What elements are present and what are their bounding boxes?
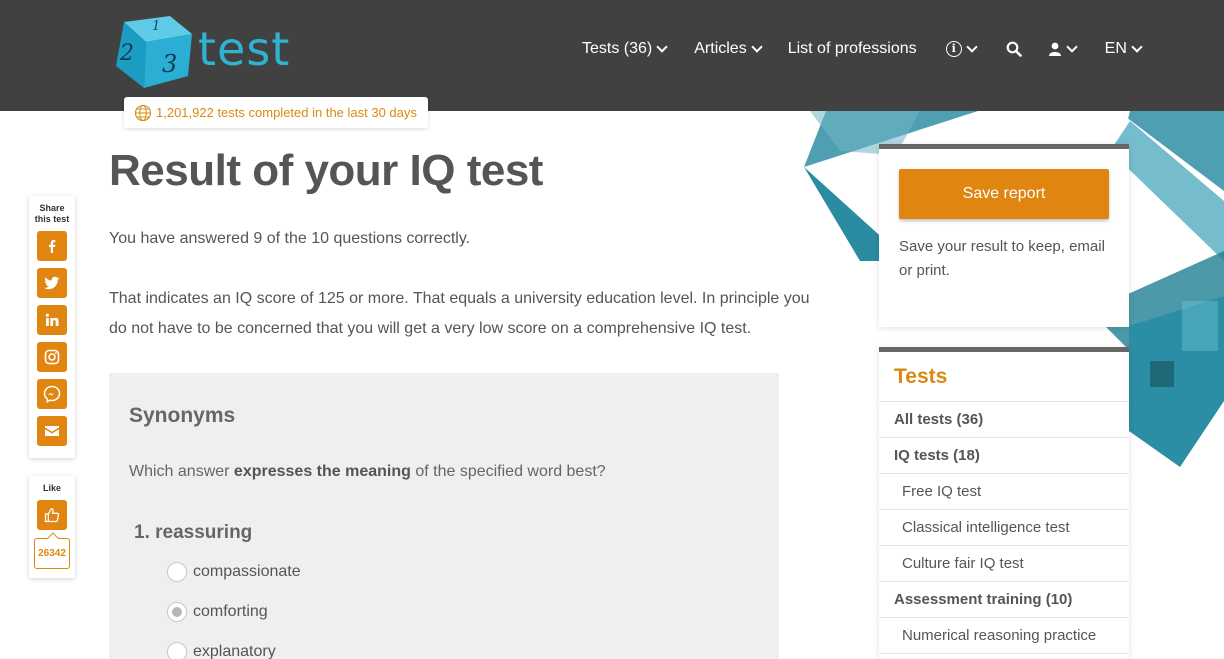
logo-text: test bbox=[198, 22, 291, 76]
share-label-line2: this test bbox=[34, 214, 70, 224]
svg-text:1: 1 bbox=[152, 19, 160, 34]
instagram-icon bbox=[44, 349, 60, 365]
svg-text:3: 3 bbox=[162, 50, 177, 78]
share-label-line1: Share bbox=[39, 203, 65, 213]
sidebar-item-assessment-training[interactable]: Assessment training (10) bbox=[879, 582, 1129, 618]
share-panel: Share this test bbox=[29, 196, 75, 458]
sidebar-item-iq-tests[interactable]: IQ tests (18) bbox=[879, 438, 1129, 474]
iq-score-summary: That indicates an IQ score of 125 or mor… bbox=[109, 290, 810, 337]
nav-info[interactable]: i bbox=[945, 40, 978, 57]
question-section-title: Synonyms bbox=[129, 404, 236, 427]
share-linkedin-button[interactable] bbox=[37, 305, 67, 335]
nav-professions-label: List of professions bbox=[787, 40, 917, 57]
share-label: Share this test bbox=[29, 203, 75, 225]
share-facebook-button[interactable] bbox=[37, 231, 67, 261]
save-report-description: Save your result to keep, email or print… bbox=[899, 238, 1105, 279]
answer-option[interactable]: explanatory bbox=[167, 642, 276, 659]
option-label: explanatory bbox=[193, 643, 276, 659]
chevron-down-icon bbox=[656, 40, 668, 53]
nav-user[interactable] bbox=[1048, 40, 1078, 57]
save-report-card: Save report Save your result to keep, em… bbox=[879, 144, 1129, 327]
like-label: Like bbox=[42, 483, 61, 493]
share-instagram-button[interactable] bbox=[37, 342, 67, 372]
option-label: compassionate bbox=[193, 563, 301, 580]
linkedin-icon bbox=[45, 313, 59, 326]
answer-option[interactable]: comforting bbox=[167, 602, 268, 622]
twitter-icon bbox=[44, 276, 60, 290]
nav-professions[interactable]: List of professions bbox=[788, 40, 917, 58]
instructions-suffix: of the specified word best? bbox=[410, 463, 606, 480]
like-panel: Like 26342 bbox=[29, 476, 75, 578]
chevron-down-icon bbox=[1131, 40, 1143, 53]
answer-option[interactable]: compassionate bbox=[167, 562, 301, 582]
facebook-icon bbox=[49, 240, 56, 253]
nav-search[interactable] bbox=[1006, 41, 1022, 57]
nav-articles-label: Articles bbox=[694, 40, 747, 57]
language-label: EN bbox=[1104, 40, 1127, 57]
page-title: Result of your IQ test bbox=[109, 146, 543, 195]
logo-cube-icon: 1 2 3 bbox=[116, 16, 192, 88]
tests-heading: Tests bbox=[879, 352, 1129, 402]
site-logo[interactable]: 1 2 3 test bbox=[112, 14, 290, 88]
instructions-emphasis: expresses the meaning bbox=[233, 463, 411, 480]
nav-tests-label: Tests (36) bbox=[582, 40, 653, 57]
like-button[interactable] bbox=[37, 500, 67, 530]
main-nav: Tests (36) Articles List of professions … bbox=[582, 40, 1143, 58]
globe-icon bbox=[134, 104, 152, 121]
sidebar-item-free-iq-test[interactable]: Free IQ test bbox=[879, 474, 1129, 510]
sidebar-item-numerical-reasoning-practice[interactable]: Numerical reasoning practice bbox=[879, 618, 1129, 654]
answered-summary: You have answered 9 of the 10 questions … bbox=[109, 230, 471, 247]
chevron-down-icon bbox=[965, 40, 978, 53]
radio-button-selected[interactable] bbox=[167, 602, 187, 622]
email-icon bbox=[45, 426, 59, 436]
search-icon bbox=[1006, 41, 1022, 57]
sidebar-item-all-tests[interactable]: All tests (36) bbox=[879, 402, 1129, 438]
question-instructions: Which answer expresses the meaning of th… bbox=[129, 463, 606, 481]
share-email-button[interactable] bbox=[37, 416, 67, 446]
messenger-icon bbox=[43, 385, 61, 403]
nav-articles[interactable]: Articles bbox=[694, 40, 763, 58]
option-label: comforting bbox=[193, 603, 268, 620]
tests-completed-counter: 1,201,922 tests completed in the last 30… bbox=[124, 97, 428, 128]
sidebar-item-culture-fair-iq-test[interactable]: Culture fair IQ test bbox=[879, 546, 1129, 582]
like-count: 26342 bbox=[34, 538, 70, 569]
chevron-down-icon bbox=[751, 40, 763, 53]
radio-button[interactable] bbox=[167, 642, 187, 659]
question-review-box: Synonyms Which answer expresses the mean… bbox=[109, 373, 779, 659]
sidebar-item-classical-intelligence-test[interactable]: Classical intelligence test bbox=[879, 510, 1129, 546]
info-icon: i bbox=[945, 41, 962, 57]
save-report-button[interactable]: Save report bbox=[899, 169, 1109, 219]
radio-button[interactable] bbox=[167, 562, 187, 582]
share-messenger-button[interactable] bbox=[37, 379, 67, 409]
tests-sidebar: Tests All tests (36) IQ tests (18) Free … bbox=[879, 347, 1129, 659]
user-icon bbox=[1048, 42, 1061, 56]
nav-language[interactable]: EN bbox=[1104, 40, 1143, 58]
instructions-prefix: Which answer bbox=[129, 463, 234, 480]
chevron-down-icon bbox=[1065, 40, 1078, 53]
site-header: 1 2 3 test Tests (36) Articles List of p… bbox=[0, 0, 1224, 111]
share-twitter-button[interactable] bbox=[37, 268, 67, 298]
thumbs-up-icon bbox=[44, 507, 60, 523]
nav-tests[interactable]: Tests (36) bbox=[582, 40, 668, 58]
counter-text: 1,201,922 tests completed in the last 30… bbox=[156, 105, 417, 120]
question-word: 1. reassuring bbox=[134, 522, 253, 543]
svg-text:2: 2 bbox=[119, 41, 134, 66]
